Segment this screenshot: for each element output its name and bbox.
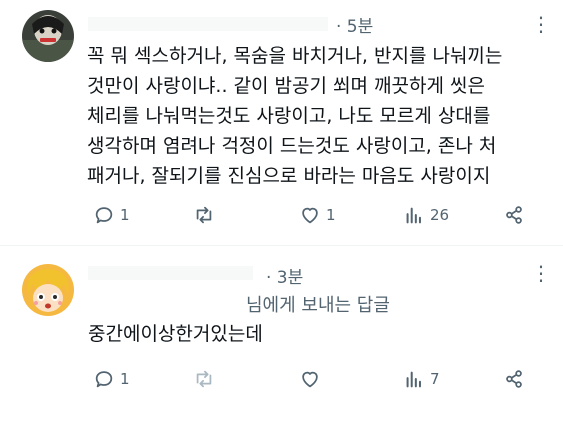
retweet-button[interactable] (193, 203, 220, 227)
share-button[interactable] (503, 203, 525, 227)
heart-icon (302, 207, 318, 224)
avatar[interactable] (22, 10, 74, 62)
like-button[interactable]: 1 (299, 203, 336, 227)
avatar[interactable] (22, 264, 74, 316)
retweet-icon (196, 206, 212, 224)
retweet-button[interactable] (193, 367, 220, 391)
display-name[interactable] (88, 266, 253, 280)
comment-icon (95, 207, 113, 224)
view-count: 26 (430, 206, 450, 224)
display-name[interactable] (88, 17, 328, 31)
reply-button[interactable]: 1 (93, 367, 130, 391)
reply-text: 중간에이상한거있는데 (88, 319, 548, 349)
views-chart-icon (406, 207, 421, 224)
timestamp[interactable]: · 5분 (336, 12, 373, 37)
reply-text-line: 것만이 사랑이냐.. 같이 밤공기 쐬며 깨끗하게 씻은 (87, 75, 485, 97)
reply-text-line: 중간에이상한거있는데 (88, 323, 263, 345)
share-icon (506, 370, 522, 388)
reply-text-line: 생각하며 염려나 걱정이 드는것도 사랑이고, 존나 처 (87, 135, 497, 157)
avatar-image (22, 10, 74, 62)
views-chart-icon (406, 371, 421, 388)
heart-icon (302, 371, 318, 388)
reply-2[interactable]: · 3분 ⋮ 님에게 보내는 답글 중간에이상한거있는데 1 7 (0, 246, 563, 422)
comment-icon (95, 371, 113, 388)
reply-text-line: 꼭 뭐 섹스하거나, 목숨을 바치거나, 반지를 나눠끼는 (87, 45, 503, 67)
more-options-icon[interactable]: ⋮ (531, 263, 552, 283)
reply-text: 꼭 뭐 섹스하거나, 목숨을 바치거나, 반지를 나눠끼는 것만이 사랑이냐..… (87, 41, 547, 191)
more-options-icon[interactable]: ⋮ (531, 14, 552, 34)
reply-text-line: 체리를 나눠먹는것도 사랑이고, 나도 모르게 상대를 (87, 105, 491, 127)
reply-button[interactable]: 1 (93, 203, 130, 227)
retweet-icon (196, 370, 212, 388)
share-icon (506, 206, 522, 224)
reply-count: 1 (120, 206, 130, 224)
avatar-image (22, 264, 74, 316)
view-count: 7 (430, 370, 440, 388)
views-button[interactable]: 26 (403, 203, 449, 227)
views-button[interactable]: 7 (403, 367, 440, 391)
reply-count: 1 (120, 370, 130, 388)
replying-to[interactable]: 님에게 보내는 답글 (246, 291, 390, 317)
reply-1[interactable]: · 5분 ⋮ 꼭 뭐 섹스하거나, 목숨을 바치거나, 반지를 나눠끼는 것만이… (0, 0, 563, 245)
timestamp[interactable]: · 3분 (266, 263, 303, 288)
reply-text-line: 패거나, 잘되기를 진심으로 바라는 마음도 사랑이지 (87, 165, 491, 187)
like-button[interactable] (299, 367, 326, 391)
like-count: 1 (326, 206, 336, 224)
share-button[interactable] (503, 367, 525, 391)
